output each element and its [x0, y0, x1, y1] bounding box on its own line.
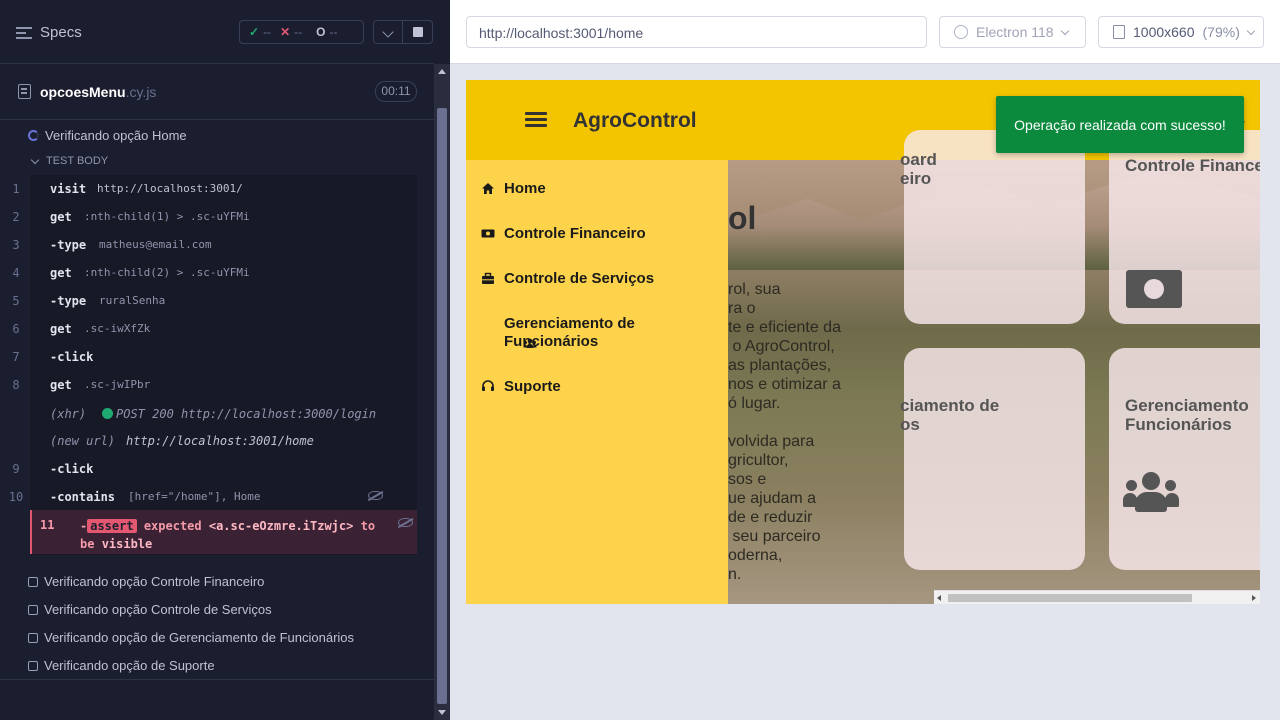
- scroll-up-icon[interactable]: [438, 69, 446, 74]
- status-ok-icon: [102, 408, 113, 419]
- success-toast[interactable]: Operação realizada com sucesso!: [996, 96, 1244, 153]
- pending-test-icon: [28, 632, 38, 643]
- pending-test-icon: [28, 604, 38, 615]
- test-item[interactable]: Verificando opção de Suporte: [28, 658, 215, 673]
- caret-down-icon: [30, 155, 40, 164]
- assert-tag: assert: [87, 519, 137, 533]
- command-row[interactable]: 1 visit http://localhost:3001/: [0, 176, 387, 204]
- eye-slash-icon[interactable]: [368, 491, 383, 500]
- eye-slash-icon[interactable]: [398, 518, 413, 527]
- command-row[interactable]: 8 get .sc-jwIPbr: [0, 372, 387, 400]
- runner-scrollbar[interactable]: [434, 64, 450, 720]
- command-row[interactable]: 10 -contains [href="/home"], Home: [0, 484, 387, 512]
- financial-card[interactable]: Controle Finance: [1109, 130, 1260, 324]
- scroll-down-icon[interactable]: [438, 710, 446, 715]
- pending-count: O --: [316, 25, 338, 39]
- cypress-runner-panel: Specs ✓ -- ✕ -- O -- opcoesMenu.cy.js 00:11…: [0, 0, 450, 720]
- app-frame: AgroControl ol rol, sua ra o te e eficie…: [466, 80, 1260, 604]
- passed-count: ✓ --: [249, 25, 272, 39]
- home-icon: [481, 182, 495, 195]
- menu-item-suporte[interactable]: Suporte: [481, 378, 561, 396]
- hero-title: ol: [728, 200, 757, 236]
- test-stats: ✓ -- ✕ -- O --: [239, 20, 364, 44]
- pending-test-icon: [28, 576, 38, 587]
- viewport-icon: [1113, 25, 1125, 39]
- chevron-down-icon: [382, 26, 394, 38]
- xhr-log-row[interactable]: (xhr) POST 200 http://localhost:3000/log…: [0, 401, 387, 429]
- pending-icon: O: [316, 25, 326, 39]
- file-icon: [18, 84, 31, 99]
- hero-paragraph: rol, sua ra o te e eficiente da o AgroCo…: [728, 281, 841, 412]
- electron-icon: [954, 25, 968, 39]
- spinner-icon: [28, 130, 39, 141]
- dashboard-card[interactable]: oard eiro: [900, 130, 1085, 324]
- stop-button[interactable]: [403, 20, 433, 44]
- failed-assertion[interactable]: 11 - assert expected <a.sc-eOzmre.iTzwjc>…: [30, 510, 417, 554]
- specs-list-icon: [16, 26, 32, 40]
- menu-item-servicos[interactable]: Controle de Serviços: [481, 270, 654, 288]
- chevron-down-icon: [1246, 26, 1256, 35]
- scrollbar-thumb[interactable]: [437, 108, 447, 704]
- hamburger-menu-icon[interactable]: [525, 112, 547, 128]
- viewport-selector[interactable]: 1000x660 (79%): [1098, 16, 1264, 48]
- specs-label: Specs: [40, 24, 82, 41]
- command-row[interactable]: 5 -type ruralSenha: [0, 288, 387, 316]
- menu-item-financeiro[interactable]: Controle Financeiro: [481, 225, 646, 243]
- app-preview-panel: http://localhost:3001/home Electron 118 …: [450, 0, 1280, 720]
- command-row[interactable]: 2 get:nth-child(1) > .sc-uYFMi: [0, 204, 387, 232]
- app-brand: AgroControl: [573, 109, 697, 132]
- horizontal-scrollbar[interactable]: [934, 590, 1260, 604]
- new-url-log-row[interactable]: (new url) http://localhost:3001/home: [0, 428, 387, 456]
- url-bar[interactable]: http://localhost:3001/home: [466, 16, 927, 48]
- hero-paragraph: volvida para gricultor, sos e ue ajudam …: [728, 433, 821, 583]
- command-row[interactable]: 4 get:nth-child(2) > .sc-uYFMi: [0, 260, 387, 288]
- command-row[interactable]: 6 get .sc-iwXfZk: [0, 316, 387, 344]
- run-options-dropdown[interactable]: [373, 20, 403, 44]
- side-menu: Home Controle Financeiro Controle de Ser…: [466, 160, 728, 604]
- headset-icon: [481, 380, 495, 393]
- failed-count: ✕ --: [280, 25, 303, 39]
- command-row[interactable]: 7 -click: [0, 344, 387, 372]
- test-item[interactable]: Verificando opção de Gerenciamento de Fu…: [28, 630, 354, 645]
- preview-toolbar: http://localhost:3001/home Electron 118 …: [450, 0, 1280, 64]
- test-body-toggle[interactable]: TEST BODY: [30, 155, 108, 167]
- services-card[interactable]: ciamento de os: [900, 348, 1085, 570]
- money-icon: [481, 227, 495, 240]
- run-duration: 00:11: [375, 81, 417, 102]
- spec-file-name[interactable]: opcoesMenu.cy.js: [40, 84, 156, 100]
- command-row[interactable]: 9 -click: [0, 456, 387, 484]
- chevron-down-icon: [1060, 26, 1069, 35]
- menu-item-home[interactable]: Home: [481, 180, 546, 198]
- users-icon: [481, 319, 537, 348]
- divider: [0, 679, 434, 680]
- running-test[interactable]: Verificando opção Home: [28, 128, 187, 143]
- stop-icon: [413, 27, 423, 37]
- browser-selector[interactable]: Electron 118: [939, 16, 1086, 48]
- employees-card[interactable]: Gerenciamento Funcionários: [1109, 348, 1260, 570]
- scroll-right-icon[interactable]: [1252, 595, 1256, 601]
- users-icon: [1123, 472, 1179, 516]
- command-row[interactable]: 3 -type matheus@email.com: [0, 232, 387, 260]
- money-bill-icon: [1126, 270, 1182, 308]
- test-item[interactable]: Verificando opção Controle de Serviços: [28, 602, 272, 617]
- specs-toggle[interactable]: Specs: [16, 24, 82, 41]
- scroll-left-icon[interactable]: [937, 595, 941, 601]
- test-item[interactable]: Verificando opção Controle Financeiro: [28, 574, 264, 589]
- scrollbar-thumb[interactable]: [948, 594, 1192, 602]
- check-icon: ✓: [249, 25, 260, 39]
- menu-item-funcionarios[interactable]: Gerenciamento de Funcionários: [481, 315, 635, 351]
- briefcase-icon: [481, 272, 495, 285]
- x-icon: ✕: [280, 25, 291, 39]
- pending-test-icon: [28, 660, 38, 671]
